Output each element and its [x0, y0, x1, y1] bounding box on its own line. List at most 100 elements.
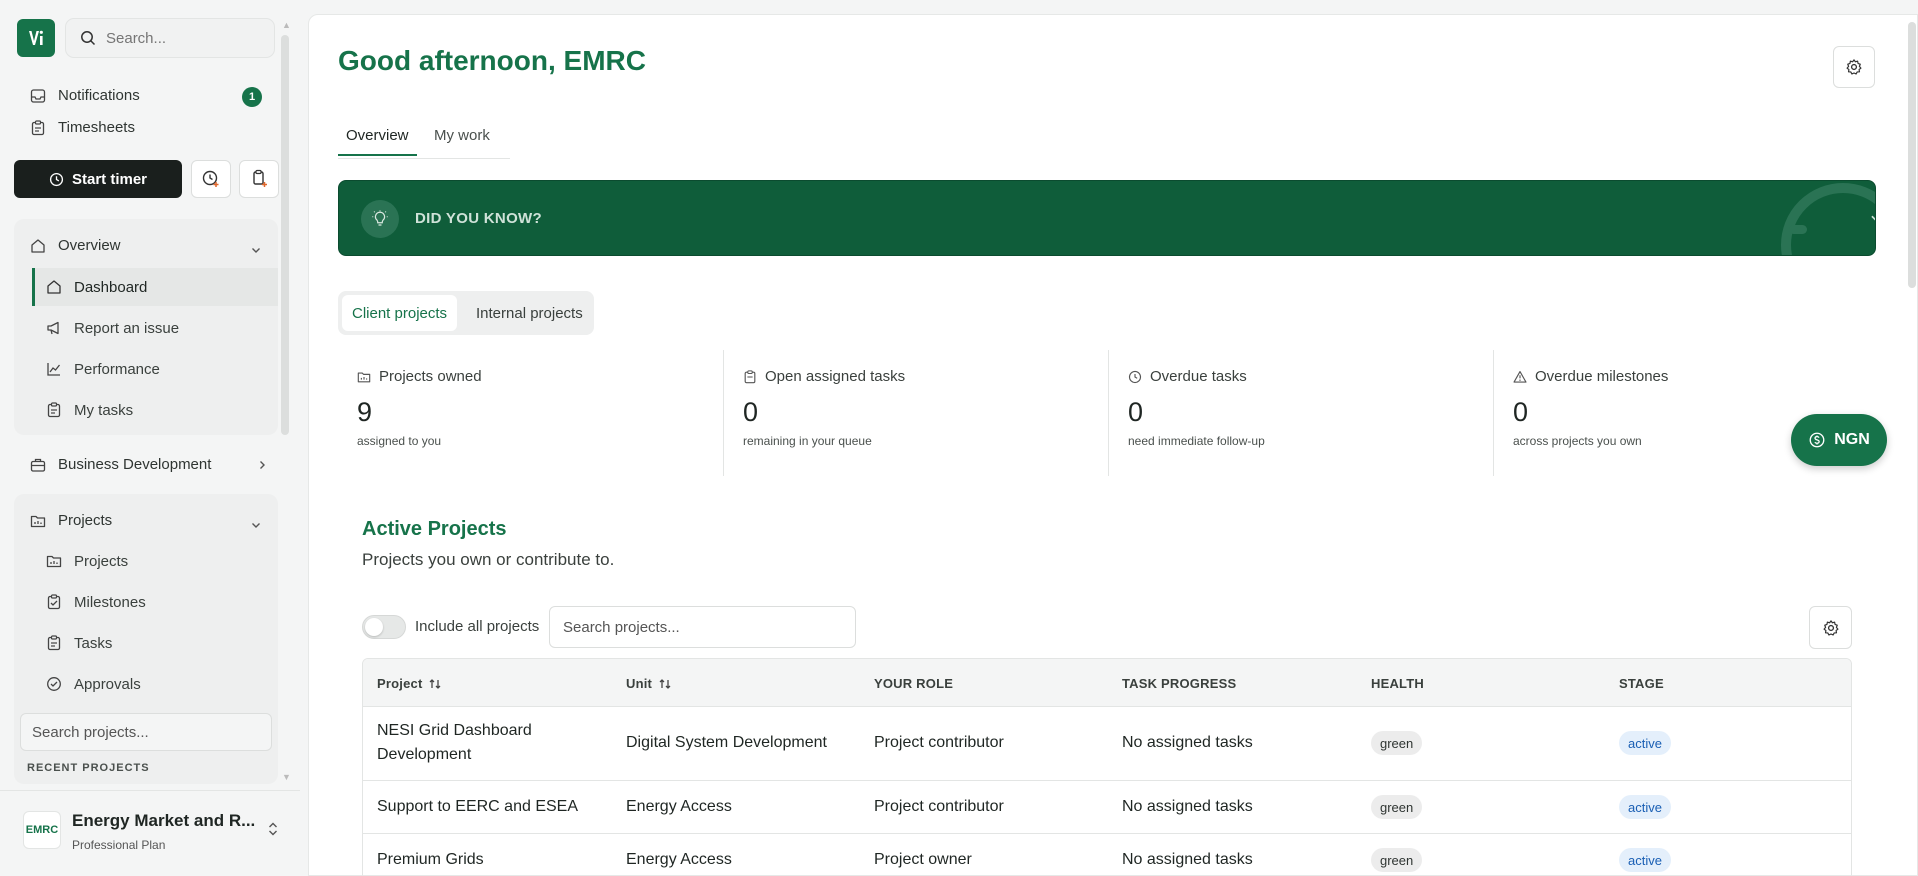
sidebar-item-label: Performance	[74, 360, 160, 378]
did-you-know-banner[interactable]: DID YOU KNOW?	[338, 180, 1876, 256]
start-timer-button[interactable]: Start timer	[14, 160, 182, 198]
cell-project[interactable]: Premium Grids	[377, 848, 484, 872]
sidebar-scroll-up[interactable]: ▲	[282, 20, 291, 30]
active-projects-title: Active Projects	[362, 518, 507, 540]
clipboard-icon	[47, 635, 61, 651]
folder-chart-icon	[357, 371, 371, 382]
clipboard-icon	[47, 402, 61, 418]
business-development-label: Business Development	[58, 456, 212, 473]
cell-progress: No assigned tasks	[1122, 851, 1253, 868]
stat-caption: remaining in your queue	[743, 434, 872, 448]
notifications-count-badge: 1	[242, 87, 262, 107]
megaphone-icon	[47, 321, 59, 335]
sidebar-item-dashboard[interactable]: Dashboard	[32, 268, 278, 306]
sidebar-item-label: Tasks	[74, 634, 113, 652]
stat-value: 0	[1513, 397, 1529, 427]
gear-icon	[1846, 59, 1862, 75]
cell-project[interactable]: Support to EERC and ESEA	[377, 795, 578, 819]
table-row[interactable]: Support to EERC and ESEA Energy Access P…	[363, 781, 1851, 834]
logo-mark-icon	[29, 30, 43, 45]
sidebar-item-my-tasks[interactable]: My tasks	[32, 391, 278, 429]
sidebar-search[interactable]	[65, 18, 275, 58]
sidebar-item-performance[interactable]: Performance	[32, 350, 278, 388]
stat-card-open-tasks: Open assigned tasks 0 remaining in your …	[723, 350, 1108, 476]
toggle-knob	[365, 618, 383, 636]
sidebar-item-label: My tasks	[74, 401, 134, 419]
sidebar-item-milestones[interactable]: Milestones	[32, 583, 278, 621]
include-all-projects-toggle[interactable]	[362, 615, 406, 639]
stats-row: Projects owned 9 assigned to you Open as…	[338, 350, 1878, 476]
clock-icon	[1128, 370, 1142, 383]
organization-switcher[interactable]: EMRC Energy Market and R... Professional…	[0, 790, 300, 876]
home-icon	[31, 238, 45, 253]
stat-title: Open assigned tasks	[765, 368, 906, 385]
health-badge: green	[1371, 848, 1423, 872]
org-logo: EMRC	[23, 811, 61, 849]
search-icon	[81, 31, 96, 46]
banner-decoration	[1781, 183, 1875, 255]
search-input[interactable]	[106, 29, 256, 47]
projects-group-label: Projects	[58, 512, 113, 529]
stage-badge: active	[1619, 731, 1671, 755]
sidebar-item-tasks[interactable]: Tasks	[32, 624, 278, 662]
column-header-unit[interactable]: Unit	[626, 676, 672, 691]
chevron-down-icon[interactable]	[250, 519, 262, 531]
cell-project[interactable]: NESI Grid Dashboard Development	[377, 719, 577, 767]
stat-card-projects-owned: Projects owned 9 assigned to you	[338, 350, 723, 476]
gear-icon	[1823, 619, 1838, 636]
sidebar-item-label: Milestones	[74, 593, 146, 611]
table-settings-button[interactable]	[1809, 606, 1852, 649]
currency-button[interactable]: NGN	[1791, 414, 1887, 466]
cell-role: Project contributor	[874, 734, 1004, 751]
line-chart-icon	[47, 363, 61, 376]
sidebar: Notifications 1 Timesheets Start timer O…	[0, 0, 300, 876]
tab-my-work[interactable]: My work	[426, 127, 498, 154]
overview-group-label: Overview	[58, 237, 121, 254]
copy-plus-icon	[253, 169, 267, 187]
clock-plus-icon	[202, 170, 219, 187]
sidebar-item-approvals[interactable]: Approvals	[32, 665, 278, 703]
chevron-down-icon[interactable]	[1869, 211, 1876, 225]
sidebar-item-label: Dashboard	[74, 278, 148, 296]
table-row[interactable]: NESI Grid Dashboard Development Digital …	[363, 707, 1851, 781]
add-timesheet-button[interactable]	[239, 160, 279, 198]
sidebar-project-search[interactable]: Search projects...	[20, 713, 272, 751]
tab-overview[interactable]: Overview	[338, 127, 417, 156]
stat-value: 0	[1128, 397, 1144, 427]
home-icon	[47, 280, 61, 294]
sidebar-item-projects[interactable]: Projects	[32, 542, 278, 580]
app-logo[interactable]	[17, 19, 55, 57]
sidebar-item-label: Projects	[74, 552, 129, 570]
briefcase-icon	[30, 458, 46, 472]
main-scrollbar[interactable]	[1908, 22, 1916, 288]
overview-group: Overview Dashboard Report an issue Perfo…	[14, 219, 278, 435]
sidebar-item-report-issue[interactable]: Report an issue	[32, 309, 278, 347]
project-search-input[interactable]: Search projects...	[549, 606, 856, 648]
sort-icon	[430, 678, 441, 689]
nav-notifications[interactable]: Notifications	[30, 87, 140, 104]
sidebar-scroll-down[interactable]: ▼	[282, 772, 291, 782]
active-projects-subtitle: Projects you own or contribute to.	[362, 550, 615, 569]
start-timer-label: Start timer	[71, 170, 148, 188]
include-all-projects-label: Include all projects	[415, 618, 540, 635]
column-header-stage: STAGE	[1619, 676, 1664, 691]
projects-group-header[interactable]: Projects	[30, 512, 112, 529]
add-time-entry-button[interactable]	[191, 160, 231, 198]
overview-group-header[interactable]: Overview	[30, 237, 121, 254]
folder-chart-icon	[46, 555, 62, 568]
sidebar-scrollbar[interactable]	[281, 35, 289, 435]
main-content: Good afternoon, EMRC Overview My work DI…	[308, 14, 1918, 876]
sidebar-item-business-development[interactable]: Business Development	[30, 456, 266, 473]
segment-internal-projects[interactable]: Internal projects	[466, 295, 593, 331]
clipboard-icon	[31, 119, 45, 135]
segment-client-projects[interactable]: Client projects	[342, 295, 458, 331]
stage-badge: active	[1619, 795, 1671, 819]
column-header-project[interactable]: Project	[377, 676, 442, 691]
stat-card-overdue-tasks: Overdue tasks 0 need immediate follow-up	[1108, 350, 1493, 476]
health-badge: green	[1371, 731, 1423, 755]
cell-role: Project owner	[874, 851, 972, 868]
table-row[interactable]: Premium Grids Energy Access Project owne…	[363, 834, 1851, 876]
dashboard-settings-button[interactable]	[1833, 46, 1875, 88]
nav-timesheets[interactable]: Timesheets	[30, 119, 135, 136]
chevron-down-icon[interactable]	[250, 244, 262, 256]
